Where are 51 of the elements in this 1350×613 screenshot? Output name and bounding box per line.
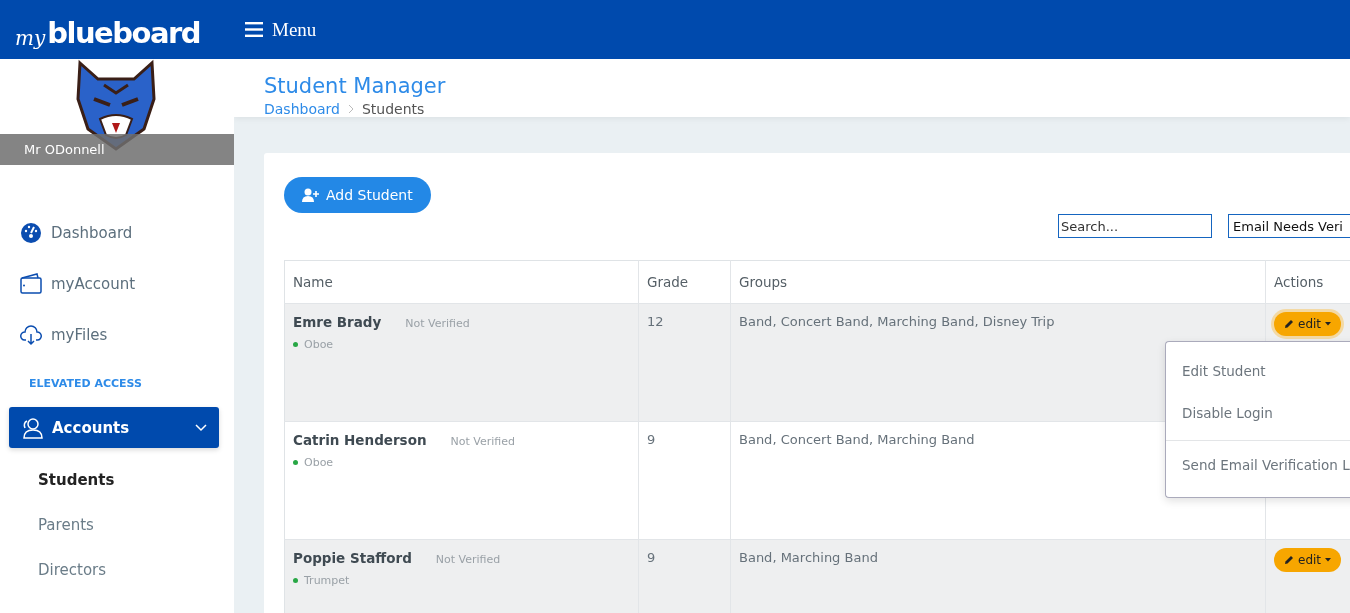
pencil-icon — [1284, 555, 1294, 565]
sidebar-subitem[interactable]: Parents — [0, 502, 234, 547]
student-name: Poppie Stafford — [293, 550, 412, 566]
table-cell: 12 — [638, 303, 731, 422]
breadcrumb-link[interactable]: Dashboard — [264, 101, 340, 117]
cloud-download-icon — [20, 323, 42, 346]
instrument-label: Oboe — [304, 456, 334, 469]
page-title: Student Manager — [264, 74, 447, 98]
gauge-icon — [20, 221, 42, 244]
status-dot — [293, 342, 298, 347]
table-cell: 9 — [638, 421, 731, 540]
edit-button[interactable]: edit — [1274, 312, 1342, 336]
users-icon — [21, 416, 43, 439]
verification-status: Not Verified — [435, 553, 501, 566]
sidebar-item[interactable]: Dashboard — [0, 207, 234, 258]
sidebar-item[interactable]: myFiles — [0, 309, 234, 360]
user-plus-icon — [302, 188, 320, 202]
sidebar-item[interactable]: myAccount — [0, 258, 234, 309]
table-cell: Band, Marching Band — [730, 539, 1266, 613]
column-header: Grade — [638, 260, 731, 304]
status-dot — [293, 578, 298, 583]
breadcrumb-current: Students — [361, 101, 425, 117]
caret-icon — [1325, 558, 1332, 562]
column-header: Groups — [730, 260, 1266, 304]
edit-button[interactable]: edit — [1274, 548, 1342, 572]
verification-status: Not Verified — [450, 435, 515, 448]
verification-status: Not Verified — [405, 317, 470, 330]
sidebar-subitem[interactable]: Directors — [0, 547, 234, 592]
app-logo[interactable]: myblueboard — [15, 9, 233, 50]
add-student-button[interactable]: Add Student — [284, 177, 431, 213]
wallet-icon — [20, 272, 42, 295]
search-field[interactable]: Search... — [1058, 214, 1212, 238]
user-name: Mr ODonnell — [24, 142, 105, 157]
chevron-right-icon — [347, 104, 354, 114]
student-name: Catrin Henderson — [293, 432, 427, 448]
menu-button[interactable]: Menu — [245, 18, 317, 41]
instrument-label: Trumpet — [304, 574, 350, 587]
column-header: Name — [284, 260, 639, 304]
student-name: Emre Brady — [293, 314, 382, 330]
pencil-icon — [1284, 319, 1294, 329]
caret-icon — [1325, 322, 1332, 326]
instrument-label: Oboe — [304, 338, 334, 351]
sidebar-subitem[interactable]: Students — [0, 457, 234, 502]
table-cell: 9 — [638, 539, 731, 613]
filter-select[interactable]: Email Needs Veri — [1228, 214, 1350, 238]
column-header: Actions — [1265, 260, 1350, 304]
sidebar-group[interactable]: Accounts — [9, 407, 219, 448]
status-dot — [293, 460, 298, 465]
menu-icon — [245, 22, 263, 37]
chevron-icon — [195, 423, 207, 432]
section-label: ELEVATED ACCESS — [28, 376, 143, 392]
